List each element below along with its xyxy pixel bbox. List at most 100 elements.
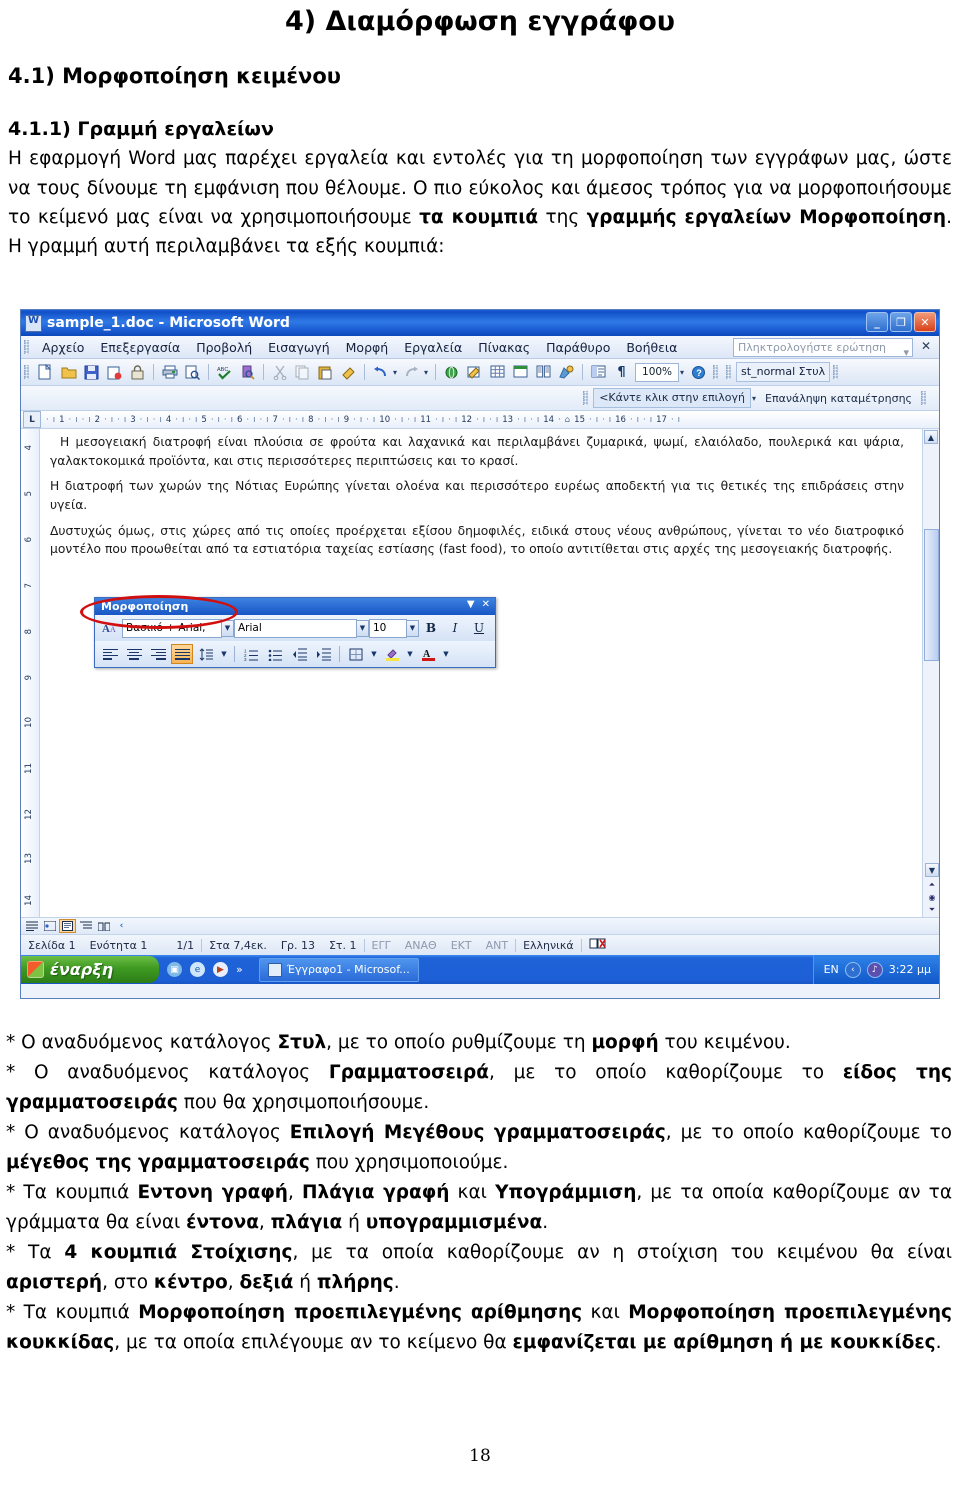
document-map-icon[interactable] — [588, 362, 609, 382]
show-desktop-icon[interactable]: ▣ — [167, 962, 182, 977]
align-left-button[interactable] — [99, 644, 121, 664]
bold-button[interactable]: B — [420, 618, 442, 638]
spelling-check-icon[interactable]: ABC — [214, 362, 235, 382]
status-language[interactable]: Ελληνικά — [516, 939, 581, 952]
menu-item-file[interactable]: Αρχείο — [34, 338, 92, 357]
tray-expand-chevron-icon[interactable]: ‹ — [844, 961, 861, 978]
font-dropdown-value[interactable]: Arial — [234, 618, 357, 638]
web-layout-view-button[interactable] — [41, 919, 58, 933]
previous-page-icon[interactable]: ⏶ — [929, 880, 935, 890]
save-disk-icon[interactable] — [81, 362, 102, 382]
document-canvas[interactable]: Η μεσογειακή διατροφή είναι πλούσια σε φ… — [40, 429, 922, 917]
formatting-toolbar[interactable]: Μορφοποίηση ▼ ✕ AA Βασικό + Arial, ▼ Ari… — [94, 597, 496, 668]
menu-item-insert[interactable]: Εισαγωγή — [260, 338, 337, 357]
borders-chevron-down-icon[interactable]: ▼ — [368, 646, 380, 663]
undo-dropdown-icon[interactable]: ▾ — [393, 368, 397, 377]
menu-item-window[interactable]: Παράθυρο — [538, 338, 618, 357]
scrollbar-thumb[interactable] — [924, 529, 939, 661]
open-folder-icon[interactable] — [58, 362, 79, 382]
menu-item-table[interactable]: Πίνακας — [470, 338, 538, 357]
align-center-button[interactable] — [123, 644, 145, 664]
close-button[interactable]: ✕ — [914, 312, 936, 332]
insert-excel-sheet-icon[interactable] — [510, 362, 531, 382]
cut-scissors-icon[interactable] — [269, 362, 290, 382]
line-spacing-chevron-down-icon[interactable]: ▼ — [218, 646, 230, 663]
start-button[interactable]: έναρξη — [21, 956, 159, 983]
formatting-toolbar-close-icon[interactable]: ✕ — [482, 599, 490, 610]
reading-view-button[interactable] — [95, 919, 112, 933]
outline-view-button[interactable] — [77, 919, 94, 933]
ask-a-question-input[interactable]: Πληκτρολογήστε ερώτηση ▾ — [733, 338, 913, 357]
align-justify-button[interactable] — [171, 644, 193, 664]
back-arrow-button[interactable]: ‹ — [113, 919, 130, 933]
tray-language-indicator[interactable]: EN — [824, 963, 839, 976]
bulleted-list-button[interactable] — [264, 644, 286, 664]
highlight-color-button[interactable] — [381, 644, 403, 664]
browse-object-controls[interactable]: ▼ ⏶ ◉ ⏷ — [925, 862, 939, 915]
scroll-up-arrow-icon[interactable]: ▲ — [924, 430, 938, 444]
restore-button[interactable]: ❐ — [890, 312, 912, 332]
numbered-list-button[interactable]: 123 — [240, 644, 262, 664]
font-chevron-down-icon[interactable]: ▼ — [357, 619, 369, 637]
volume-icon[interactable]: ♪ — [866, 961, 883, 978]
mail-recipient-icon[interactable] — [104, 362, 125, 382]
reviewing-toolbar-grip[interactable] — [583, 391, 589, 405]
tray-clock[interactable]: 3:22 μμ — [889, 963, 931, 976]
media-player-icon[interactable]: ▶ — [213, 962, 228, 977]
style-toolbar-grip[interactable] — [726, 365, 732, 379]
redo-dropdown-icon[interactable]: ▾ — [424, 368, 428, 377]
increase-indent-button[interactable] — [312, 644, 334, 664]
font-size-value[interactable]: 10 — [369, 618, 407, 638]
normal-view-button[interactable] — [23, 919, 40, 933]
horizontal-ruler[interactable]: L · ı 1 · ı · ı 2 · ı · ı 3 · ı · ı 4 · ı · ı 5 · ı · ı 6 · ı · ı… — [21, 411, 939, 429]
undo-icon[interactable] — [370, 362, 391, 382]
style-dropdown[interactable]: st_normal Στυλ — [736, 362, 831, 382]
drawing-icon[interactable] — [556, 362, 577, 382]
help-question-icon[interactable]: ? — [688, 362, 709, 382]
document-text[interactable]: Η μεσογειακή διατροφή είναι πλούσια σε φ… — [50, 433, 904, 566]
internet-explorer-icon[interactable]: e — [190, 962, 205, 977]
spell-check-status-icon[interactable] — [582, 937, 614, 953]
insert-table-icon[interactable] — [487, 362, 508, 382]
vertical-scrollbar[interactable]: ▲ ▼ ⏶ ◉ ⏷ — [922, 429, 939, 917]
zoom-dropdown-icon[interactable]: ▾ — [680, 368, 684, 377]
redo-icon[interactable] — [401, 362, 422, 382]
new-document-icon[interactable] — [35, 362, 56, 382]
styles-and-formatting-icon[interactable]: AA — [99, 618, 121, 638]
toolbar-options-chevron-down-icon[interactable]: ▼ — [467, 599, 475, 610]
style-chevron-down-icon[interactable]: ▼ — [222, 619, 234, 637]
next-page-icon[interactable]: ⏷ — [929, 905, 935, 915]
status-flag-rec[interactable]: ΕΓΓ — [365, 939, 398, 952]
select-browse-object-icon[interactable]: ◉ — [929, 893, 936, 902]
highlight-chevron-down-icon[interactable]: ▼ — [404, 646, 416, 663]
zoom-input[interactable]: 100% — [635, 362, 680, 382]
italic-button[interactable]: I — [444, 618, 466, 638]
insert-hyperlink-icon[interactable] — [441, 362, 462, 382]
click-selection-dropdown[interactable]: <Κάντε κλικ στην επιλογή — [593, 388, 752, 408]
toolbar-overflow-grip[interactable] — [713, 365, 719, 379]
selection-chevron-down-icon[interactable]: ▾ — [752, 394, 756, 403]
show-formatting-icon[interactable]: ¶ — [611, 362, 632, 382]
style-dropdown-value[interactable]: Βασικό + Arial, — [122, 618, 222, 638]
right-indent-marker[interactable]: ⌂ 15 · ı · — [563, 415, 607, 425]
permission-lock-icon[interactable] — [127, 362, 148, 382]
quicklaunch-more-chevron-icon[interactable]: » — [236, 963, 243, 976]
menu-item-format[interactable]: Μορφή — [338, 338, 397, 357]
formatting-toolbar-titlebar[interactable]: Μορφοποίηση ▼ ✕ — [95, 598, 495, 615]
menu-item-view[interactable]: Προβολή — [188, 338, 260, 357]
vertical-ruler[interactable]: 4 5 6 7 8 9 10 11 12 13 14 — [21, 429, 40, 917]
tables-and-borders-icon[interactable] — [464, 362, 485, 382]
standard-toolbar-grip[interactable] — [24, 365, 29, 379]
paste-icon[interactable] — [315, 362, 336, 382]
recount-label[interactable]: Επανάληψη καταμέτρησης — [759, 392, 918, 405]
print-icon[interactable] — [159, 362, 180, 382]
close-taskpane-icon[interactable]: ✕ — [921, 339, 931, 353]
decrease-indent-button[interactable] — [288, 644, 310, 664]
menu-item-tools[interactable]: Εργαλεία — [396, 338, 470, 357]
scroll-down-arrow-icon[interactable]: ▼ — [925, 863, 939, 877]
font-size-chevron-down-icon[interactable]: ▼ — [407, 619, 419, 637]
reviewing-toolbar-end-grip[interactable] — [921, 391, 926, 405]
menu-item-edit[interactable]: Επεξεργασία — [92, 338, 188, 357]
research-icon[interactable] — [237, 362, 258, 382]
tab-selector-button[interactable]: L — [23, 411, 41, 428]
